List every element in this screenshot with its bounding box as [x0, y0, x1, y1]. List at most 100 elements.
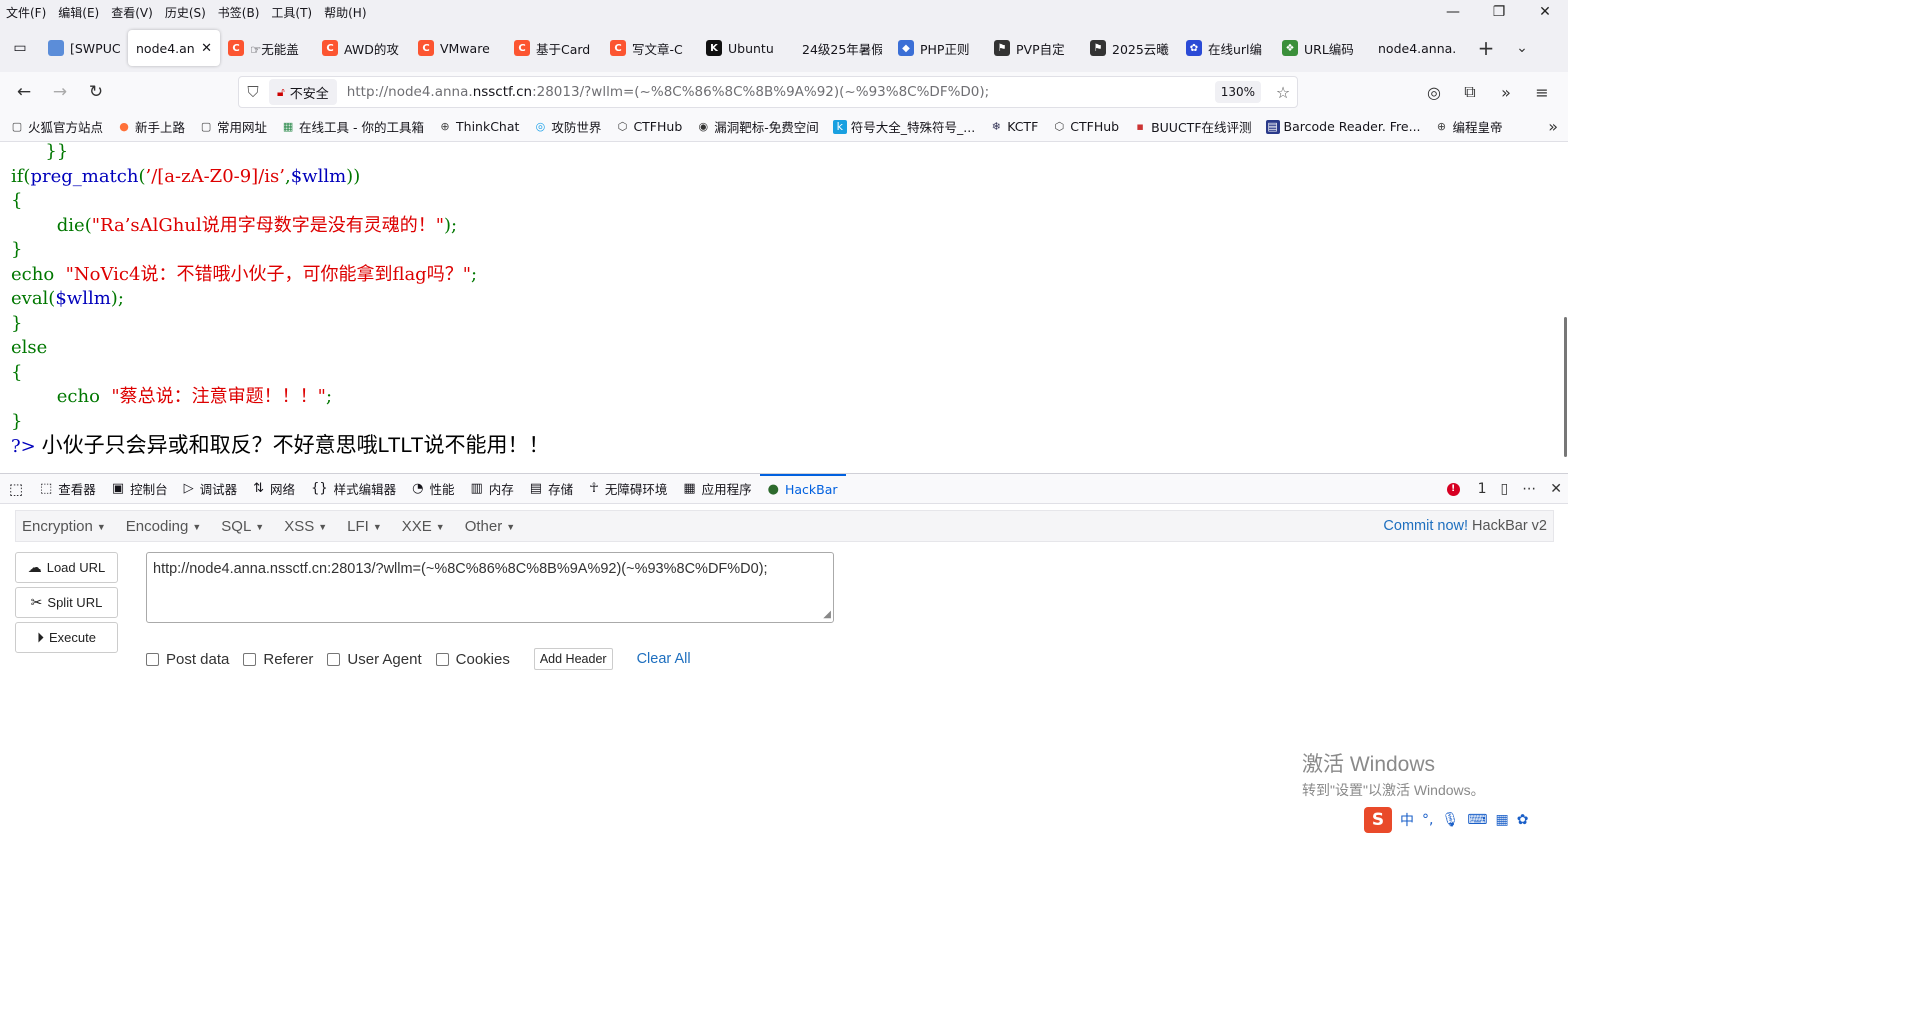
bookmark-item[interactable]: ▢ 常用网址 [199, 117, 267, 136]
browser-tab[interactable]: [SWPUC [40, 30, 128, 66]
user-agent-checkbox[interactable]: User Agent [327, 651, 422, 668]
close-devtools-icon[interactable]: ✕ [1550, 481, 1562, 497]
grid-apps-icon[interactable]: ▦ [1495, 812, 1508, 828]
bookmark-item[interactable]: ⊕ ThinkChat [438, 119, 519, 134]
encryption-menu[interactable]: Encryption ▼ [22, 518, 106, 535]
browser-tab[interactable]: C AWD的攻 [314, 30, 410, 66]
browser-tab[interactable]: C 基于Card [506, 30, 602, 66]
account-icon[interactable]: ◎ [1416, 74, 1452, 110]
keyboard-icon[interactable]: ⌨ [1467, 812, 1487, 828]
devtools-tab[interactable]: ● HackBar [759, 473, 846, 504]
zoom-level-button[interactable]: 130% [1214, 81, 1261, 103]
resize-handle-icon[interactable]: ◢ [823, 609, 831, 620]
split-url-button[interactable]: ✂ Split URL [15, 587, 118, 618]
menu-file[interactable]: 文件(F) [0, 4, 52, 21]
error-count-badge[interactable]: ! 1 [1433, 481, 1487, 497]
encoding-menu[interactable]: Encoding ▼ [126, 518, 201, 535]
app-menu-icon[interactable]: ≡ [1524, 74, 1560, 110]
browser-tab[interactable]: K Ubuntu [698, 30, 794, 66]
devtools-tab[interactable]: ⬚ 查看器 [32, 474, 104, 504]
punctuation-icon[interactable]: °, [1422, 812, 1433, 828]
devtools-menu-icon[interactable]: ⋯ [1522, 481, 1536, 497]
menu-view[interactable]: 查看(V) [105, 4, 159, 21]
browser-tab[interactable]: 24级25年暑假 [794, 30, 890, 66]
bookmark-item[interactable]: k 符号大全_特殊符号_... [832, 117, 975, 136]
bookmark-item[interactable]: ● 新手上路 [117, 117, 185, 136]
bookmark-star-icon[interactable]: ☆ [1269, 83, 1297, 102]
bookmark-item[interactable]: ⬡ CTFHub [615, 119, 683, 134]
browser-tab[interactable]: ✿ 在线url编 [1178, 30, 1274, 66]
browser-tab[interactable]: node4.anr ✕ [128, 30, 220, 66]
browser-tab[interactable]: C 写文章-C [602, 30, 698, 66]
browser-tab[interactable]: C VMware [410, 30, 506, 66]
browser-tab[interactable]: ⚑ PVP自定 [986, 30, 1082, 66]
checkbox-box[interactable] [146, 652, 159, 666]
post-data-checkbox[interactable]: Post data [146, 651, 229, 668]
browser-tab[interactable]: ⚑ 2025云曦 [1082, 30, 1178, 66]
xxe-menu[interactable]: XXE ▼ [402, 518, 445, 535]
page-scrollbar-thumb[interactable] [1564, 317, 1567, 457]
checkbox-box[interactable] [435, 652, 449, 666]
list-all-tabs-button[interactable]: ⌄ [1504, 40, 1540, 56]
devtools-tab[interactable]: ▤ 存储 [522, 474, 581, 504]
commit-now-link[interactable]: Commit now! [1383, 518, 1468, 534]
bookmark-item[interactable]: ▦ 在线工具 - 你的工具箱 [281, 117, 424, 136]
element-picker-icon[interactable]: ⬚ [0, 474, 32, 504]
devtools-tab[interactable]: ▥ 内存 [462, 474, 521, 504]
cookies-checkbox[interactable]: Cookies [435, 651, 510, 668]
execute-button[interactable]: ⏵ Execute [15, 622, 118, 653]
load-url-button[interactable]: ☁ Load URL [15, 552, 118, 583]
devtools-tab[interactable]: ▷ 调试器 [176, 474, 246, 504]
new-tab-button[interactable]: + [1468, 36, 1504, 60]
browser-tab[interactable]: C ☞无能盖 [220, 30, 314, 66]
checkbox-box[interactable] [327, 652, 341, 666]
restore-button[interactable]: ❐ [1476, 0, 1522, 24]
devtools-tab[interactable]: ▣ 控制台 [104, 474, 176, 504]
tracking-shield-icon[interactable]: ⛉ [239, 83, 267, 101]
menu-bookmarks[interactable]: 书签(B) [212, 4, 266, 21]
back-button[interactable]: ← [6, 74, 42, 110]
checkbox-box[interactable] [243, 652, 257, 666]
bookmark-item[interactable]: ⊕ 编程皇帝 [1435, 117, 1503, 136]
microphone-icon[interactable]: 🎙︎ [1441, 812, 1459, 828]
bookmark-item[interactable]: ▪ BUUCTF在线评测 [1133, 117, 1251, 136]
menu-help[interactable]: 帮助(H) [318, 4, 372, 21]
bookmark-item[interactable]: ▤ Barcode Reader. Fre... [1265, 119, 1421, 134]
xss-menu[interactable]: XSS ▼ [284, 518, 327, 535]
page-scrollbar[interactable] [1562, 142, 1568, 473]
browser-tab[interactable]: node4.anna. [1370, 30, 1468, 66]
skin-icon[interactable]: ✿ [1517, 812, 1529, 828]
clear-all-link[interactable]: Clear All [637, 651, 691, 667]
referer-checkbox[interactable]: Referer [243, 651, 313, 668]
forward-button[interactable]: → [42, 74, 78, 110]
reload-button[interactable]: ↻ [78, 74, 114, 110]
minimize-button[interactable]: — [1430, 0, 1476, 24]
bookmarks-overflow-icon[interactable]: » [1548, 117, 1558, 136]
lfi-menu[interactable]: LFI ▼ [347, 518, 382, 535]
devtools-tab[interactable]: ◔ 性能 [404, 474, 462, 504]
close-window-button[interactable]: ✕ [1522, 0, 1568, 24]
other-menu[interactable]: Other ▼ [465, 518, 515, 535]
browser-tab[interactable]: ❖ URL编码 [1274, 30, 1370, 66]
close-tab-icon[interactable]: ✕ [201, 41, 212, 56]
sogou-logo-icon[interactable]: S [1364, 807, 1392, 833]
dock-side-icon[interactable]: ▯ [1501, 481, 1509, 497]
devtools-tab[interactable]: ▦ 应用程序 [675, 474, 759, 504]
menu-tools[interactable]: 工具(T) [265, 4, 318, 21]
bookmark-item[interactable]: ◉ 漏洞靶标-免费空间 [696, 117, 818, 136]
url-bar[interactable]: ⛉ 🔓︎ 不安全 http://node4.anna.nssctf.cn:280… [238, 76, 1298, 108]
menu-edit[interactable]: 编辑(E) [52, 4, 105, 21]
devtools-tab[interactable]: {} 样式编辑器 [303, 474, 404, 504]
devtools-tab[interactable]: ⇅ 网络 [245, 474, 303, 504]
devtools-tab[interactable]: ☥ 无障碍环境 [581, 474, 675, 504]
ime-language[interactable]: 中 [1400, 810, 1414, 830]
add-header-button[interactable]: Add Header [533, 648, 613, 670]
insecure-connection-badge[interactable]: 🔓︎ 不安全 [269, 79, 337, 105]
extensions-icon[interactable]: ⧉ [1452, 74, 1488, 110]
bookmark-item[interactable]: ▢ 火狐官方站点 [10, 117, 103, 136]
tab-groups-icon[interactable]: ▭ [0, 24, 40, 72]
bookmark-item[interactable]: ⬡ CTFHub [1052, 119, 1119, 134]
sql-menu[interactable]: SQL ▼ [221, 518, 264, 535]
browser-tab[interactable]: ◆ PHP正则 [890, 30, 986, 66]
bookmark-item[interactable]: ◎ 攻防世界 [533, 117, 602, 136]
